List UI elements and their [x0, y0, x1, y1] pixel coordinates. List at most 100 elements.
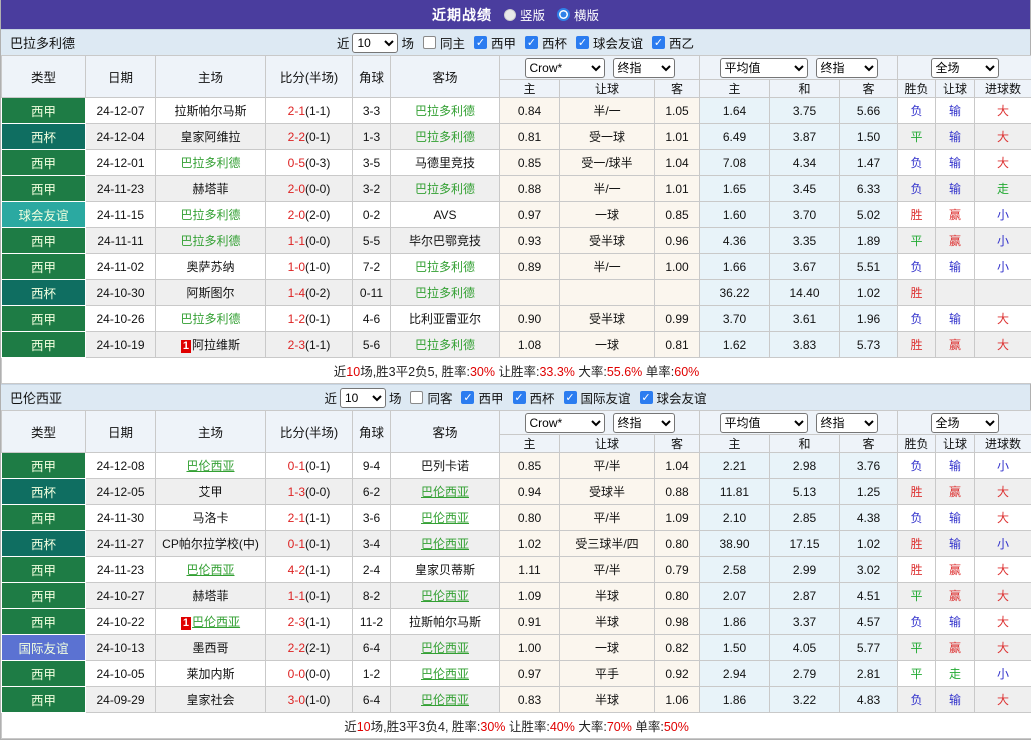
- league-checkbox[interactable]: ✓: [564, 391, 577, 404]
- avg-home-odds: 7.08: [700, 150, 770, 176]
- match-count-select[interactable]: 10: [352, 33, 398, 53]
- sub-column-header: 客: [840, 80, 898, 98]
- result-handicap: 输: [936, 124, 975, 150]
- match-count-select[interactable]: 10: [340, 388, 386, 408]
- away-team-name: 马德里竞技: [415, 156, 475, 170]
- home-team-name: 马洛卡: [192, 511, 228, 525]
- halftime-score: (0-0): [305, 667, 330, 681]
- league-checkbox[interactable]: ✓: [640, 391, 653, 404]
- away-team-name[interactable]: 巴拉多利德: [415, 286, 475, 300]
- avg-home-odds: 6.49: [700, 124, 770, 150]
- avg-draw-odds: 3.35: [770, 228, 840, 254]
- away-team-name[interactable]: 巴伦西亚: [421, 589, 469, 603]
- league-checkbox[interactable]: ✓: [513, 391, 526, 404]
- away-team-cell: 比利亚雷亚尔: [391, 306, 500, 332]
- result-winloss: 负: [898, 176, 936, 202]
- final-odds-select[interactable]: 终指: [613, 413, 675, 433]
- page-title: 近期战绩: [432, 5, 492, 25]
- home-team-name[interactable]: 巴拉多利德: [180, 156, 240, 170]
- summary-text: 近10场,胜3平2负5, 胜率:30% 让胜率:33.3% 大率:55.6% 单…: [2, 358, 1031, 384]
- league-checkbox[interactable]: ✓: [474, 36, 487, 49]
- radio-vertical-layout[interactable]: 竖版: [504, 5, 545, 24]
- away-team-name[interactable]: 巴伦西亚: [421, 485, 469, 499]
- corner-score: 1-2: [353, 661, 391, 687]
- result-goals: 小: [975, 531, 1031, 557]
- away-team-name[interactable]: 巴伦西亚: [421, 641, 469, 655]
- fulltime-select[interactable]: 全场: [931, 58, 999, 78]
- away-team-name: 拉斯帕尔马斯: [409, 615, 481, 629]
- average-odds-select[interactable]: 平均值: [720, 58, 808, 78]
- europe-odds-group-header: 平均值终指: [700, 56, 898, 80]
- near-label: 近: [324, 388, 337, 407]
- avg-draw-odds: 4.05: [770, 635, 840, 661]
- halftime-score: (0-0): [305, 485, 330, 499]
- fulltime-score: 2-1: [288, 104, 305, 118]
- avg-home-odds: 38.90: [700, 531, 770, 557]
- summary-stat-label: 大率:: [575, 365, 607, 379]
- handicap-home-odds: 0.93: [500, 228, 560, 254]
- away-team-name[interactable]: 巴伦西亚: [421, 667, 469, 681]
- league-checkbox-label: 西杯: [530, 388, 555, 407]
- halftime-score: (0-1): [305, 459, 330, 473]
- same-venue-checkbox[interactable]: [410, 391, 423, 404]
- league-checkbox-label: 球会友谊: [657, 388, 707, 407]
- final-odds-select[interactable]: 终指: [613, 58, 675, 78]
- home-team-name[interactable]: 巴拉多利德: [180, 208, 240, 222]
- home-team-name[interactable]: 巴伦西亚: [186, 459, 234, 473]
- handicap-away-odds: 0.92: [655, 661, 700, 687]
- result-handicap: 赢: [936, 583, 975, 609]
- away-team-name[interactable]: 巴伦西亚: [421, 537, 469, 551]
- avg-draw-odds: 4.34: [770, 150, 840, 176]
- final-odds-select-2[interactable]: 终指: [816, 58, 878, 78]
- away-team-name[interactable]: 巴拉多利德: [415, 104, 475, 118]
- result-handicap: 输: [936, 176, 975, 202]
- league-checkbox[interactable]: ✓: [525, 36, 538, 49]
- match-score: 0-5(0-3): [266, 150, 353, 176]
- home-team-name[interactable]: 巴伦西亚: [192, 615, 240, 629]
- away-team-name[interactable]: 巴拉多利德: [415, 130, 475, 144]
- away-team-name[interactable]: 巴拉多利德: [415, 182, 475, 196]
- handicap-away-odds: 0.80: [655, 583, 700, 609]
- radio-horizontal-layout[interactable]: 横版: [557, 5, 599, 24]
- result-winloss: 平: [898, 661, 936, 687]
- home-team-name: 莱加内斯: [186, 667, 234, 681]
- summary-stat-value: 60%: [674, 365, 699, 379]
- result-winloss: 胜: [898, 479, 936, 505]
- away-team-name[interactable]: 巴伦西亚: [421, 693, 469, 707]
- away-team-name[interactable]: 巴拉多利德: [415, 338, 475, 352]
- average-odds-select[interactable]: 平均值: [720, 413, 808, 433]
- fulltime-select[interactable]: 全场: [931, 413, 999, 433]
- result-handicap: 赢: [936, 557, 975, 583]
- bookmaker-select[interactable]: Crow*: [525, 413, 605, 433]
- fulltime-score: 2-2: [288, 130, 305, 144]
- summary-stat-value: 40%: [550, 720, 575, 734]
- handicap-away-odds: 1.01: [655, 124, 700, 150]
- handicap-home-odds: 0.85: [500, 453, 560, 479]
- home-team-name: 墨西哥: [192, 641, 228, 655]
- league-checkbox[interactable]: ✓: [576, 36, 589, 49]
- sub-column-header: 让球: [936, 80, 975, 98]
- league-type-badge: 西甲: [2, 609, 86, 635]
- league-checkbox[interactable]: ✓: [461, 391, 474, 404]
- away-team-cell: 巴拉多利德: [391, 124, 500, 150]
- halftime-score: (1-0): [305, 260, 330, 274]
- result-handicap: [936, 280, 975, 306]
- league-checkbox[interactable]: ✓: [652, 36, 665, 49]
- away-team-name[interactable]: 巴伦西亚: [421, 511, 469, 525]
- halftime-score: (0-2): [305, 286, 330, 300]
- same-venue-checkbox[interactable]: [423, 36, 436, 49]
- bookmaker-select[interactable]: Crow*: [525, 58, 605, 78]
- home-team-cell: 莱加内斯: [156, 661, 266, 687]
- home-team-name[interactable]: 巴伦西亚: [186, 563, 234, 577]
- home-team-cell: 赫塔菲: [156, 583, 266, 609]
- summary-stat-value: 55.6%: [607, 365, 642, 379]
- fulltime-score: 0-1: [288, 537, 305, 551]
- final-odds-select-2[interactable]: 终指: [816, 413, 878, 433]
- result-goals: 大: [975, 332, 1031, 358]
- home-team-name[interactable]: 巴拉多利德: [180, 234, 240, 248]
- fulltime-score: 1-1: [288, 589, 305, 603]
- handicap-home-odds: 0.97: [500, 661, 560, 687]
- away-team-name[interactable]: 巴拉多利德: [415, 260, 475, 274]
- home-team-name[interactable]: 巴拉多利德: [180, 312, 240, 326]
- handicap-line: 受半球: [560, 306, 655, 332]
